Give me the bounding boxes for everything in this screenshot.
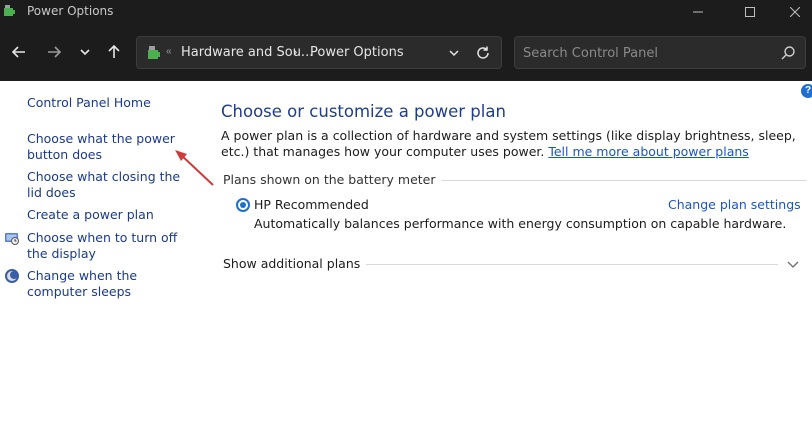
maximize-icon <box>745 7 755 17</box>
close-icon <box>790 7 800 17</box>
content-area: Control Panel Home Choose what the power… <box>0 81 812 446</box>
search-icon[interactable] <box>780 45 796 61</box>
radio-selected-dot <box>240 202 246 208</box>
sidebar-item-power-button[interactable]: Choose what the power button does <box>27 131 197 163</box>
display-settings-icon <box>5 233 19 245</box>
sleep-icon <box>5 269 19 283</box>
battery-meter-group-label: Plans shown on the battery meter <box>223 172 442 187</box>
search-box[interactable] <box>514 36 806 69</box>
back-button[interactable] <box>8 41 30 63</box>
breadcrumb-separator-icon[interactable]: › <box>293 44 297 59</box>
search-input[interactable] <box>523 43 773 63</box>
expand-chevron-icon[interactable] <box>786 257 800 271</box>
close-button[interactable] <box>772 0 812 24</box>
recent-locations-button[interactable] <box>74 41 96 63</box>
window-title: Power Options <box>27 4 114 18</box>
arrow-left-icon <box>11 46 25 58</box>
address-bar[interactable]: « Hardware and Sou... › Power Options <box>136 36 502 69</box>
page-title: Choose or customize a power plan <box>221 102 506 121</box>
forward-button[interactable] <box>43 41 65 63</box>
maximize-button[interactable] <box>727 0 773 24</box>
sidebar-item-control-panel-home[interactable]: Control Panel Home <box>27 95 151 111</box>
change-plan-settings-link[interactable]: Change plan settings <box>668 197 801 212</box>
refresh-icon[interactable] <box>475 45 491 61</box>
arrow-right-icon <box>48 46 62 58</box>
sidebar-item-create-plan[interactable]: Create a power plan <box>27 207 154 223</box>
title-bar: Power Options <box>0 0 812 24</box>
minimize-button[interactable] <box>675 0 721 24</box>
arrow-up-icon <box>108 44 120 58</box>
navigation-bar: « Hardware and Sou... › Power Options <box>0 24 812 81</box>
sidebar-item-closing-lid[interactable]: Choose what closing the lid does <box>27 169 187 201</box>
sidebar-item-computer-sleeps[interactable]: Change when the computer sleeps <box>27 268 187 300</box>
page-description: A power plan is a collection of hardware… <box>221 128 806 160</box>
minimize-icon <box>693 11 703 13</box>
chevron-down-icon <box>80 49 90 56</box>
overflow-chevron-icon: « <box>166 46 172 57</box>
plan-name[interactable]: HP Recommended <box>254 197 369 212</box>
up-button[interactable] <box>103 41 125 63</box>
power-options-icon <box>4 5 15 16</box>
learn-more-link[interactable]: Tell me more about power plans <box>548 144 748 159</box>
sidebar-item-turn-off-display[interactable]: Choose when to turn off the display <box>27 230 192 262</box>
show-additional-plans-toggle[interactable]: Show additional plans <box>223 256 367 271</box>
breadcrumb-power-options[interactable]: Power Options <box>310 45 404 60</box>
control-panel-icon <box>148 46 160 59</box>
address-dropdown-icon[interactable] <box>447 46 461 60</box>
plan-radio-button[interactable] <box>236 198 250 212</box>
help-icon[interactable]: ? <box>801 84 812 98</box>
plan-description: Automatically balances performance with … <box>254 216 787 231</box>
